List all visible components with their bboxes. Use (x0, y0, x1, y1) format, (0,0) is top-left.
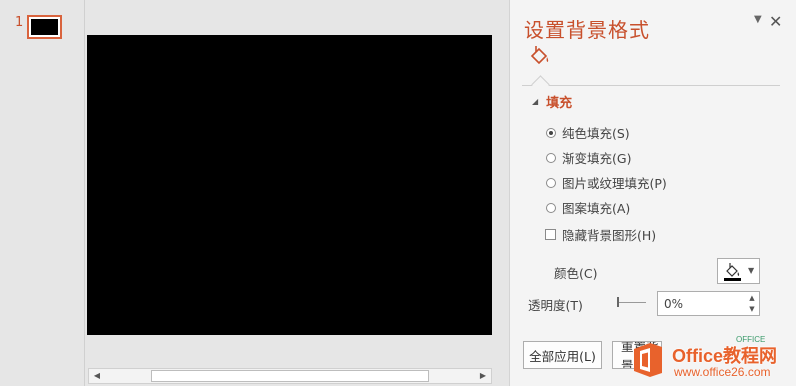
radio-button[interactable] (546, 152, 556, 163)
gradient-fill-label: 渐变填充(G) (562, 151, 632, 166)
checkbox[interactable] (545, 229, 556, 240)
fill-tab-paint-bucket-icon[interactable] (528, 44, 552, 68)
watermark: OFFICE Office教程网 www.office26.com (620, 334, 796, 386)
fill-section-header[interactable]: ◢ 填充 (532, 92, 572, 111)
picture-texture-fill-radio[interactable]: 图片或纹理填充(P) (546, 173, 667, 192)
scrollbar-thumb[interactable] (151, 370, 429, 382)
close-icon[interactable]: ✕ (769, 12, 782, 31)
pattern-fill-label: 图案填充(A) (562, 201, 631, 216)
slide-thumbnails-pane: 1 (0, 0, 85, 386)
pane-options-chevron-down-icon[interactable]: ▼ (754, 14, 762, 25)
scroll-left-arrow-icon[interactable]: ◀ (92, 371, 102, 381)
transparency-slider-handle[interactable] (617, 297, 619, 307)
radio-button[interactable] (546, 127, 556, 138)
decrement-arrow-icon[interactable]: ▼ (747, 304, 757, 314)
solid-fill-label: 纯色填充(S) (562, 126, 630, 141)
selected-color-swatch (724, 278, 741, 281)
hide-background-graphics-checkbox[interactable]: 隐藏背景图形(H) (545, 225, 656, 244)
slide-thumbnail-preview (31, 19, 58, 35)
pane-title: 设置背景格式 (524, 18, 650, 42)
watermark-url: www.office26.com (674, 365, 771, 379)
hide-background-graphics-label: 隐藏背景图形(H) (562, 228, 657, 243)
slide-canvas[interactable] (87, 35, 492, 335)
radio-button[interactable] (546, 202, 556, 213)
horizontal-scrollbar[interactable]: ◀ ▶ (88, 368, 492, 384)
format-background-pane: 设置背景格式 ▼ ✕ ◢ 填充 纯色填充(S) 渐变填充(G) 图片或纹理填充(… (509, 0, 796, 386)
pattern-fill-radio[interactable]: 图案填充(A) (546, 198, 630, 217)
solid-fill-radio[interactable]: 纯色填充(S) (546, 123, 630, 142)
slide-thumbnail[interactable] (27, 15, 62, 39)
increment-arrow-icon[interactable]: ▲ (747, 293, 757, 303)
slide-number: 1 (15, 15, 24, 30)
apply-to-all-button[interactable]: 全部应用(L) (523, 341, 602, 369)
slide-editing-area: ◀ ▶ (85, 0, 509, 386)
scroll-right-arrow-icon[interactable]: ▶ (478, 371, 488, 381)
color-label: 颜色(C) (554, 266, 598, 281)
radio-button[interactable] (546, 177, 556, 188)
transparency-label: 透明度(T) (528, 298, 583, 313)
office-logo-icon (634, 343, 662, 377)
fill-section-label: 填充 (546, 96, 573, 111)
gradient-fill-radio[interactable]: 渐变填充(G) (546, 148, 631, 167)
tab-divider (522, 85, 780, 86)
transparency-slider[interactable] (618, 302, 646, 303)
picture-texture-fill-label: 图片或纹理填充(P) (562, 176, 667, 191)
transparency-input[interactable] (658, 292, 744, 315)
color-picker-button[interactable]: ▼ (717, 258, 760, 284)
chevron-down-icon: ▼ (748, 266, 755, 275)
transparency-stepper[interactable]: ▲ ▼ (657, 291, 760, 316)
collapse-triangle-icon: ◢ (532, 97, 539, 106)
active-tab-indicator (531, 75, 550, 94)
